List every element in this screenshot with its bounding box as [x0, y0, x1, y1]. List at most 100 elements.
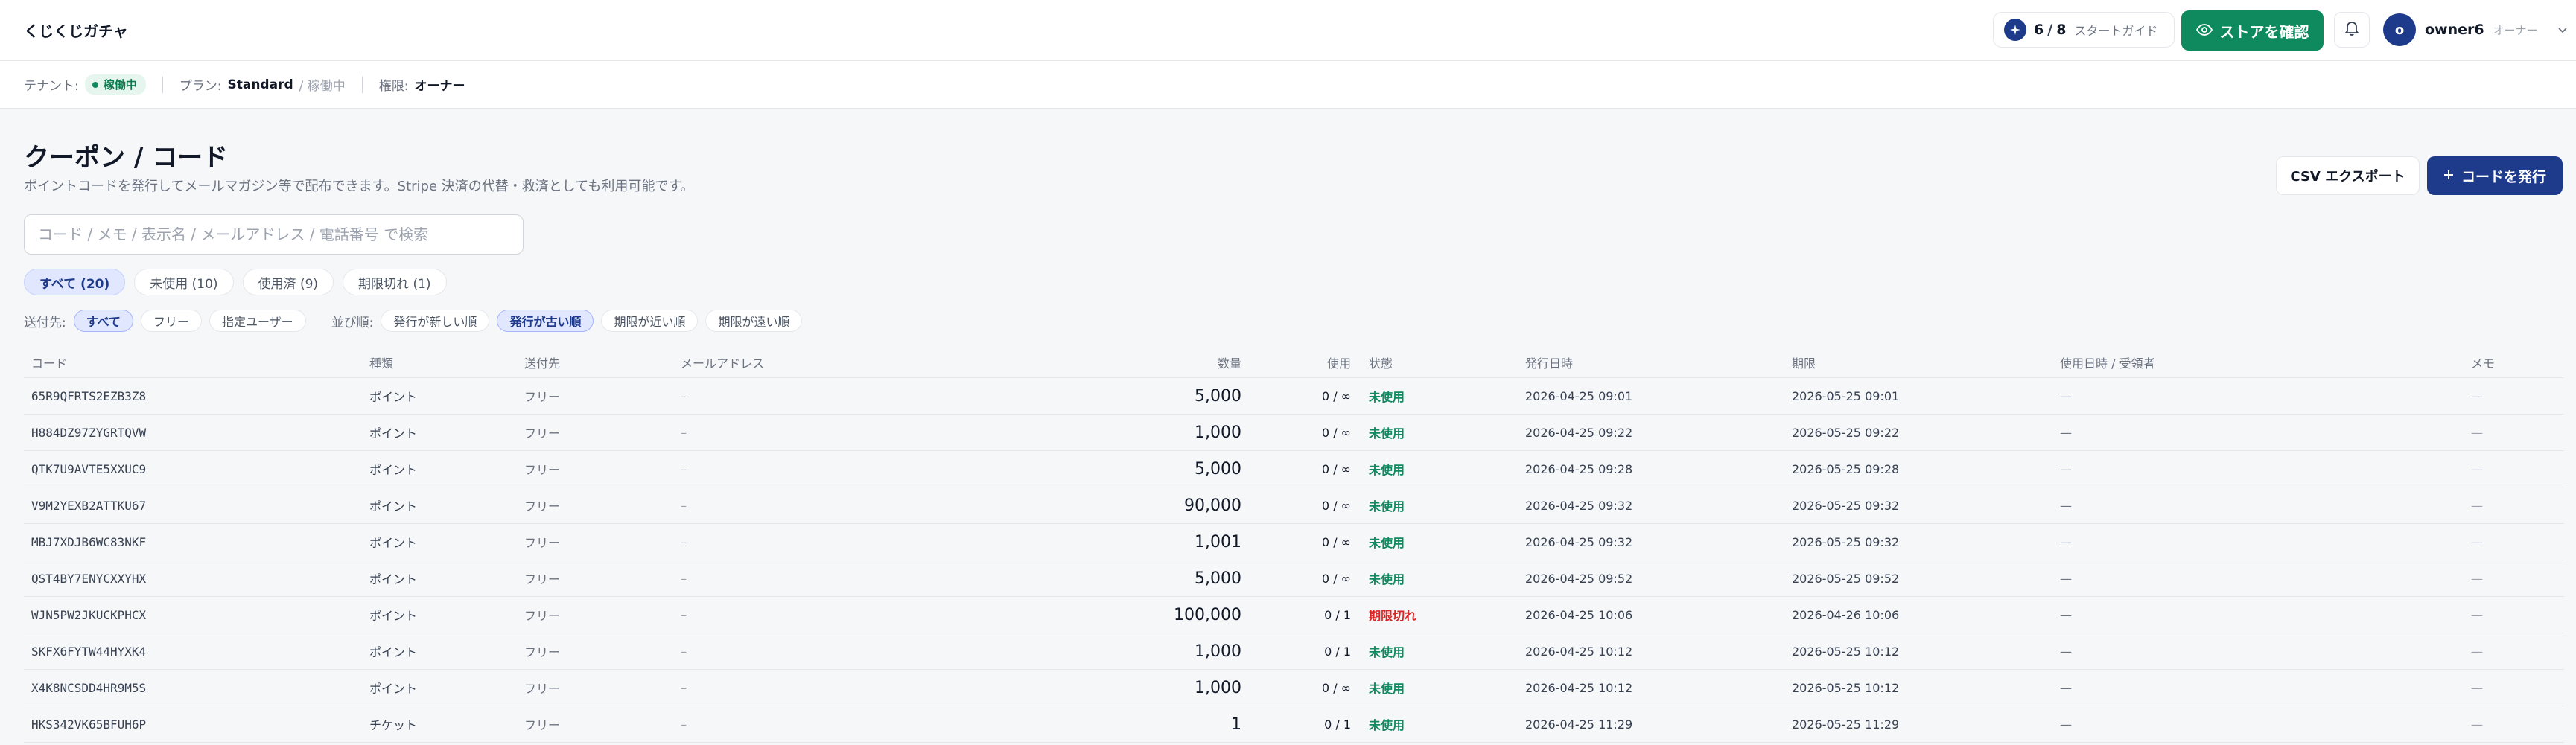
cell-use: 0 / ∞: [1321, 534, 1351, 549]
cell-mail: –: [681, 717, 687, 732]
column-header-expiry[interactable]: 期限: [1792, 347, 1816, 377]
notifications-button[interactable]: [2334, 12, 2370, 48]
issue-code-button[interactable]: コードを発行: [2427, 156, 2563, 195]
cell-status: 期限切れ: [1369, 609, 1417, 623]
csv-export-button[interactable]: CSV エクスポート: [2276, 156, 2420, 195]
cell-used: —: [2060, 717, 2072, 732]
cell-memo: —: [2471, 680, 2483, 695]
column-header-code[interactable]: コード: [31, 347, 67, 377]
cell-use: 0 / ∞: [1321, 498, 1351, 513]
table-row[interactable]: QST4BY7ENYCXXYHX ポイント フリー – 5,000 0 / ∞ 未使用 202…: [24, 560, 2564, 597]
avatar: o: [2383, 13, 2416, 46]
role-label: 権限:: [378, 79, 409, 94]
cell-code: H884DZ97ZYGRTQVW: [31, 425, 147, 440]
status-dot-icon: [92, 81, 98, 88]
cell-type: ポイント: [369, 499, 418, 514]
cell-type: ポイント: [369, 609, 418, 623]
guide-separator: /: [2047, 22, 2054, 38]
column-header-use[interactable]: 使用: [1260, 347, 1351, 377]
column-header-mail[interactable]: メールアドレス: [681, 347, 764, 377]
guide-done-count: 6: [2034, 22, 2045, 38]
cell-code: QTK7U9AVTE5XXUC9: [31, 461, 147, 476]
cell-dest: フリー: [524, 572, 561, 586]
bell-icon: [2344, 20, 2359, 39]
cell-expiry: 2026-05-25 11:29: [1792, 717, 1900, 732]
app-title[interactable]: くじくじガチャ: [24, 19, 128, 41]
tenant-label: テナント:: [24, 79, 79, 94]
cell-memo: —: [2471, 607, 2483, 622]
cell-type: ポイント: [369, 645, 418, 659]
cell-code: MBJ7XDJB6WC83NKF: [31, 534, 147, 549]
table-header: コード 種類 送付先 メールアドレス 数量 使用 状態 発行日時 期限 使用日時…: [24, 347, 2564, 378]
cell-type: チケット: [369, 718, 418, 732]
cell-expiry: 2026-05-25 09:32: [1792, 534, 1900, 549]
sort-oldest-issued[interactable]: 発行が古い順: [497, 310, 594, 332]
table-row[interactable]: V9M2YEXB2ATTKU67 ポイント フリー – 90,000 0 / ∞ 未使用 20…: [24, 487, 2564, 524]
search-input[interactable]: [24, 214, 524, 255]
cell-dest: フリー: [524, 682, 561, 696]
cell-amount: 100,000: [1174, 605, 1241, 624]
table-row[interactable]: H884DZ97ZYGRTQVW ポイント フリー – 1,000 0 / ∞ 未使用 202…: [24, 415, 2564, 451]
column-header-type[interactable]: 種類: [369, 347, 393, 377]
tenant-info-bar: テナント: 稼働中 プラン: Standard / 稼働中 権限: オーナー: [0, 61, 2576, 109]
cell-memo: —: [2471, 389, 2483, 403]
cell-used: —: [2060, 389, 2072, 403]
tab-all[interactable]: すべて (20): [24, 269, 126, 295]
guide-label: スタートガイド: [2074, 24, 2158, 38]
cell-use: 0 / ∞: [1321, 461, 1351, 476]
cell-memo: —: [2471, 717, 2483, 732]
cell-issued: 2026-04-25 11:29: [1525, 717, 1633, 732]
cell-issued: 2026-04-25 10:06: [1525, 607, 1633, 622]
cell-dest: フリー: [524, 645, 561, 659]
view-store-button[interactable]: ストアを確認: [2181, 10, 2324, 51]
column-header-dest[interactable]: 送付先: [524, 347, 560, 377]
role-value: オーナー: [414, 79, 465, 94]
plus-icon: [2443, 167, 2454, 184]
sort-farthest-expiry[interactable]: 期限が遠い順: [705, 310, 803, 332]
dest-filter-all[interactable]: すべて: [73, 310, 133, 332]
cell-mail: –: [681, 644, 687, 659]
column-header-issued[interactable]: 発行日時: [1525, 347, 1573, 377]
table-row[interactable]: HKS342VK65BFUH6P チケット フリー – 1 0 / 1 未使用 2026-04…: [24, 706, 2564, 743]
cell-type: ポイント: [369, 682, 418, 696]
tab-expired[interactable]: 期限切れ (1): [343, 269, 447, 295]
cell-mail: –: [681, 498, 687, 513]
role-info: 権限: オーナー: [379, 75, 465, 94]
table-row[interactable]: 65R9QFRTS2EZB3Z8 ポイント フリー – 5,000 0 / ∞ 未使用 202…: [24, 378, 2564, 415]
plan-name: Standard: [227, 77, 293, 92]
tab-used[interactable]: 使用済 (9): [242, 269, 334, 295]
column-header-memo[interactable]: メモ: [2471, 347, 2495, 377]
dest-filter-specified[interactable]: 指定ユーザー: [209, 310, 306, 332]
view-store-label: ストアを確認: [2219, 22, 2309, 41]
dest-filter-free[interactable]: フリー: [140, 310, 202, 332]
cell-used: —: [2060, 534, 2072, 549]
table-row[interactable]: MBJ7XDJB6WC83NKF ポイント フリー – 1,001 0 / ∞ 未使用 202…: [24, 524, 2564, 560]
tab-unused[interactable]: 未使用 (10): [134, 269, 234, 295]
cell-amount: 5,000: [1195, 386, 1241, 406]
table-row[interactable]: WJN5PW2JKUCKPHCX ポイント フリー – 100,000 0 / 1 期限切れ…: [24, 597, 2564, 633]
cell-code: HKS342VK65BFUH6P: [31, 717, 147, 732]
cell-use: 0 / 1: [1324, 644, 1351, 659]
sort-newest-issued[interactable]: 発行が新しい順: [381, 310, 490, 332]
column-header-used[interactable]: 使用日時 / 受領者: [2060, 347, 2155, 377]
table-row[interactable]: X4K8NCSDD4HR9M5S ポイント フリー – 1,000 0 / ∞ 未使用 202…: [24, 670, 2564, 706]
cell-use: 0 / 1: [1324, 607, 1351, 622]
cell-used: —: [2060, 607, 2072, 622]
sort-nearest-expiry[interactable]: 期限が近い順: [601, 310, 699, 332]
column-header-status[interactable]: 状態: [1369, 347, 1393, 377]
cell-mail: –: [681, 680, 687, 695]
start-guide-button[interactable]: 6/8 スタートガイド: [1993, 12, 2175, 48]
cell-code: V9M2YEXB2ATTKU67: [31, 498, 147, 513]
table-row[interactable]: QTK7U9AVTE5XXUC9 ポイント フリー – 5,000 0 / ∞ 未使用 202…: [24, 451, 2564, 487]
cell-issued: 2026-04-25 09:32: [1525, 534, 1633, 549]
cell-use: 0 / ∞: [1321, 425, 1351, 440]
cell-used: —: [2060, 571, 2072, 586]
table-row[interactable]: SKFX6FYTW44HYXK4 ポイント フリー – 1,000 0 / 1 未使用 202…: [24, 633, 2564, 670]
cell-status: 未使用: [1369, 463, 1405, 477]
user-menu[interactable]: o owner6 オーナー: [2383, 12, 2568, 48]
cell-type: ポイント: [369, 572, 418, 586]
cell-status: 未使用: [1369, 718, 1405, 732]
cell-use: 0 / 1: [1324, 717, 1351, 732]
column-header-amount[interactable]: 数量: [1066, 347, 1241, 377]
cell-amount: 5,000: [1195, 569, 1241, 588]
